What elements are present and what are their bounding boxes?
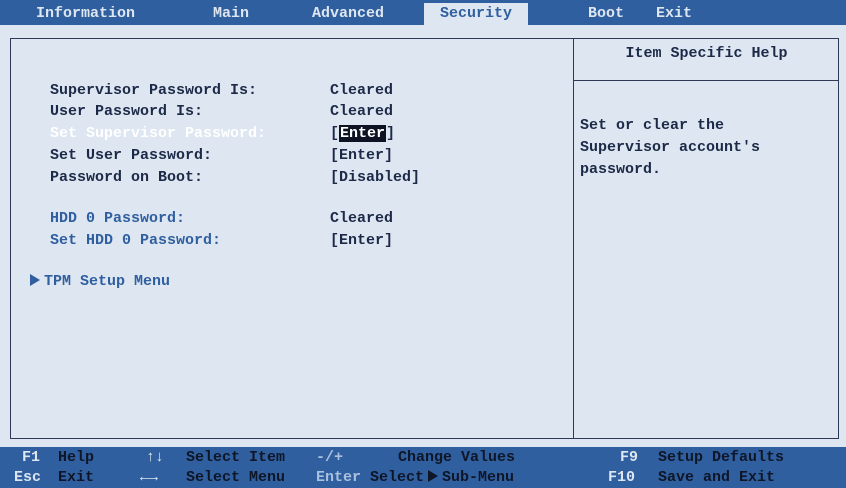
help-title: Item Specific Help: [625, 45, 788, 62]
tab-exit[interactable]: Exit: [656, 3, 692, 25]
setting-value[interactable]: [Enter]: [330, 145, 393, 167]
setting-user-password-status: User Password Is: Cleared: [50, 101, 393, 123]
setting-value[interactable]: [Enter]: [330, 123, 395, 145]
submenu-arrow-icon: [30, 274, 40, 286]
key-f9-desc: Setup Defaults: [658, 449, 785, 466]
left-right-arrows-icon: ←→: [140, 469, 159, 486]
setting-password-on-boot[interactable]: Password on Boot: [Disabled]: [50, 167, 420, 189]
tab-security[interactable]: Security: [424, 3, 529, 25]
setting-set-user-password[interactable]: Set User Password: [Enter]: [50, 145, 393, 167]
tab-boot[interactable]: Boot: [588, 3, 624, 25]
setting-hdd0-password-status: HDD 0 Password: Cleared: [50, 208, 393, 230]
setting-supervisor-password-status: Supervisor Password Is: Cleared: [50, 80, 393, 102]
key-f10-desc: Save and Exit: [658, 469, 776, 486]
key-enter-submenu-text: Sub-Menu: [442, 469, 515, 486]
setting-set-hdd0-password[interactable]: Set HDD 0 Password: [Enter]: [50, 230, 393, 252]
setting-label: Set User Password:: [50, 147, 213, 164]
key-f10: F10: [608, 469, 636, 486]
up-down-arrows-icon: ↑↓: [146, 449, 165, 466]
key-plus-minus-desc: Change Values: [398, 449, 516, 466]
setting-label: HDD 0 Password:: [50, 210, 186, 227]
setting-label: Set HDD 0 Password:: [50, 232, 222, 249]
menu-bar: Information Main Advanced Security Boot …: [0, 0, 846, 25]
key-esc: Esc: [14, 469, 42, 486]
bracket-close: ]: [386, 125, 396, 142]
setting-label: User Password Is:: [50, 103, 204, 120]
key-f1-desc: Help: [58, 449, 95, 466]
setting-label: Supervisor Password Is:: [50, 82, 258, 99]
help-title-divider: [574, 80, 839, 81]
key-enter-select-text: Select: [370, 469, 425, 486]
setting-value: Cleared: [330, 82, 394, 99]
setting-value: Cleared: [330, 210, 394, 227]
key-f9: F9: [620, 449, 639, 466]
selected-value-highlight[interactable]: Enter: [339, 125, 387, 142]
key-esc-desc: Exit: [58, 469, 95, 486]
key-plus-minus: -/+: [316, 449, 344, 466]
setting-label: Set Supervisor Password:: [50, 125, 267, 142]
panel-divider: [573, 38, 574, 439]
bios-screen: Information Main Advanced Security Boot …: [0, 0, 846, 488]
setting-value: Cleared: [330, 103, 394, 120]
tab-main[interactable]: Main: [213, 3, 249, 25]
submenu-arrow-icon: [428, 470, 439, 482]
help-text: Set or clear the Supervisor account's pa…: [580, 117, 761, 178]
bracket-open: [: [330, 125, 340, 142]
submenu-tpm-setup[interactable]: TPM Setup Menu: [30, 271, 170, 293]
tab-advanced[interactable]: Advanced: [312, 3, 384, 25]
key-enter: Enter: [316, 469, 362, 486]
setting-set-supervisor-password[interactable]: Set Supervisor Password: [Enter]: [50, 123, 395, 145]
submenu-label: TPM Setup Menu: [44, 273, 171, 290]
setting-label: Password on Boot:: [50, 169, 204, 186]
key-legend-bar: F1 Help ↑↓ Select Item -/+ Change Values…: [0, 447, 846, 488]
setting-value[interactable]: [Enter]: [330, 230, 393, 252]
setting-value[interactable]: [Disabled]: [330, 167, 420, 189]
key-enter-desc: Select Sub-Menu: [370, 469, 514, 487]
key-leftright-desc: Select Menu: [186, 469, 286, 486]
key-updown-desc: Select Item: [186, 449, 286, 466]
key-f1: F1: [22, 449, 41, 466]
tab-information[interactable]: Information: [36, 3, 135, 25]
